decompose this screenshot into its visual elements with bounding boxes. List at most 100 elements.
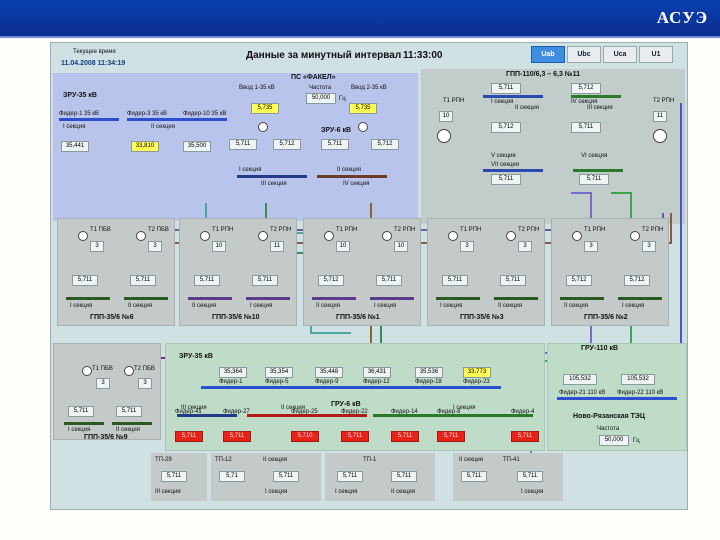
zru35-s1: I секция xyxy=(63,124,86,130)
tp12-title: ТП-12 xyxy=(215,457,232,463)
sub-bus-a xyxy=(312,297,356,300)
tec-fider-label: Фидер-12 xyxy=(363,379,390,385)
zru6-bus-4 xyxy=(317,175,387,178)
fakel-tr2-icon xyxy=(358,122,368,132)
tr1-icon xyxy=(200,231,210,241)
tr1-icon xyxy=(448,231,458,241)
zru35-f3: Фидер-10 35 кВ xyxy=(183,111,227,117)
gpp110-t2: Т2 РПН xyxy=(653,98,675,104)
tec-fider6-label: Фидер-22 xyxy=(341,409,368,415)
zru6-v2: 5,712 xyxy=(273,139,301,150)
sub-na: 3 xyxy=(90,241,104,252)
tab-uca[interactable]: Uca xyxy=(603,46,637,63)
tr1-icon xyxy=(78,231,88,241)
gpp110-title: ГПП-110/6,3 – 6,3 №11 xyxy=(506,71,580,78)
tp12-sb: I секция xyxy=(265,489,288,495)
gpp110-bus-5 xyxy=(483,169,543,172)
gpp110-v4: 5,711 xyxy=(571,122,601,133)
sub-na: 10 xyxy=(336,241,350,252)
tec-zru35-value: 33,773 xyxy=(463,367,491,378)
tp1-va: 5,711 xyxy=(337,471,363,482)
sub-sb: II секция xyxy=(128,303,152,309)
tec-fider-label: Фидер-5 xyxy=(265,379,289,385)
tec-bus-35 xyxy=(201,386,501,389)
gpp9-nb: 3 xyxy=(138,378,152,389)
sub-sb: II секция xyxy=(498,303,522,309)
gpp110-tr1-icon xyxy=(437,129,451,143)
zru6-bus-3 xyxy=(237,175,307,178)
tec-gru6-value: 5,710 xyxy=(291,431,319,442)
fakel-vvod1: Ввод 1-35 кВ xyxy=(239,85,275,91)
gpp110-s7: VII секция xyxy=(491,162,520,168)
sub-ta: Т1 РПН xyxy=(584,227,606,233)
tr2-icon xyxy=(382,231,392,241)
sub-va: 5,711 xyxy=(194,275,220,286)
sub-bus-b xyxy=(370,297,414,300)
fakel-title: ПС «ФАКЕЛ» xyxy=(291,74,336,81)
sub-sa: I секция xyxy=(440,303,463,309)
zru35-bus-2 xyxy=(127,118,227,121)
tec-gru6-value: 5,711 xyxy=(223,431,251,442)
tab-ubc[interactable]: Ubc xyxy=(567,46,601,63)
sub-ta: Т1 РПН xyxy=(460,227,482,233)
zru6-s2: II секция xyxy=(337,167,361,173)
fakel-v1: 5,735 xyxy=(251,103,279,114)
sub-bus-a xyxy=(436,297,480,300)
gpp110-v6: 5,711 xyxy=(579,174,609,185)
fakel-v2: 5,735 xyxy=(349,103,377,114)
gpp9-title: ГПП-35/6 №9 xyxy=(84,434,128,441)
gpp9-tr1-icon xyxy=(82,366,92,376)
interval-title: Данные за минутный интервал xyxy=(246,50,402,61)
sub-bus-b xyxy=(246,297,290,300)
tec-gru110: ГРУ-110 кВ xyxy=(581,345,619,352)
tr1-icon xyxy=(572,231,582,241)
gpp110-bus-4 xyxy=(571,95,621,98)
sub-ta: Т1 РПН xyxy=(212,227,234,233)
tec-v110b: 105,532 xyxy=(621,374,655,385)
substation-panel: Т1 РПН Т2 РПН 10 11 5,711 5,711 II секци… xyxy=(179,218,297,326)
zru35-bus-1 xyxy=(59,118,119,121)
tec-bus-110 xyxy=(557,397,677,400)
sub-tb: Т2 РПН xyxy=(518,227,540,233)
gpp110-bus-6 xyxy=(573,169,623,172)
tec-fider6-label: Фидер-8 xyxy=(437,409,461,415)
sub-bus-a xyxy=(188,297,232,300)
tec-f21: Фидер-21 110 кВ xyxy=(559,390,606,396)
sub-nb: 3 xyxy=(148,241,162,252)
gpp110-s3: III секция xyxy=(587,105,613,111)
zru35-v1: 35,441 xyxy=(61,141,89,152)
zru6-title: ЗРУ-6 кВ xyxy=(321,127,352,134)
gpp9-ta: Т1 ПБВ xyxy=(92,366,113,372)
sub-va: 5,712 xyxy=(318,275,344,286)
tp41-title: ТП-41 xyxy=(503,457,520,463)
zru35-f2: Фидер-3 35 кВ xyxy=(127,111,168,117)
tec-fider-label: Фидер-23 xyxy=(463,379,490,385)
sub-na: 10 xyxy=(212,241,226,252)
sub-sb: I секция xyxy=(374,303,397,309)
substation-panel: Т1 РПН Т2 РПН 3 3 5,712 5,712 II секция … xyxy=(551,218,669,326)
zru35-v2: 33,810 xyxy=(131,141,159,152)
tec-gru6-value: 5,711 xyxy=(437,431,465,442)
tp41-sa: II секция xyxy=(459,457,483,463)
substation-panel: Т1 РПН Т2 РПН 10 10 5,712 5,711 II секци… xyxy=(303,218,421,326)
tec-gru6-value: 5,711 xyxy=(341,431,369,442)
sub-nb: 11 xyxy=(270,241,284,252)
tr1-icon xyxy=(324,231,334,241)
app-title: АСУЭ xyxy=(656,8,708,27)
tec-v110a: 105,532 xyxy=(563,374,597,385)
tab-uab[interactable]: Uab xyxy=(531,46,565,63)
sub-title: ГПП-35/6 №10 xyxy=(212,314,260,321)
gpp9-bus-a xyxy=(64,422,104,425)
tec-f22: Фидер-22 110 кВ xyxy=(617,390,664,396)
gpp110-v2: 5,712 xyxy=(571,83,601,94)
gpp110-s5: V секция xyxy=(491,153,516,159)
sub-ta: Т1 ПБВ xyxy=(90,227,111,233)
zru6-s1: I секция xyxy=(239,167,262,173)
tr2-icon xyxy=(630,231,640,241)
tp12-sa: II секция xyxy=(263,457,287,463)
tab-u1[interactable]: U1 xyxy=(639,46,673,63)
gpp9-panel: Т1 ПБВ Т2 ПБВ 3 3 5,711 5,711 I секция I… xyxy=(53,343,161,441)
zru6-v3: 5,711 xyxy=(321,139,349,150)
tec-gru6-value: 5,711 xyxy=(391,431,419,442)
tec-fider-label: Фидер-1 xyxy=(219,379,243,385)
